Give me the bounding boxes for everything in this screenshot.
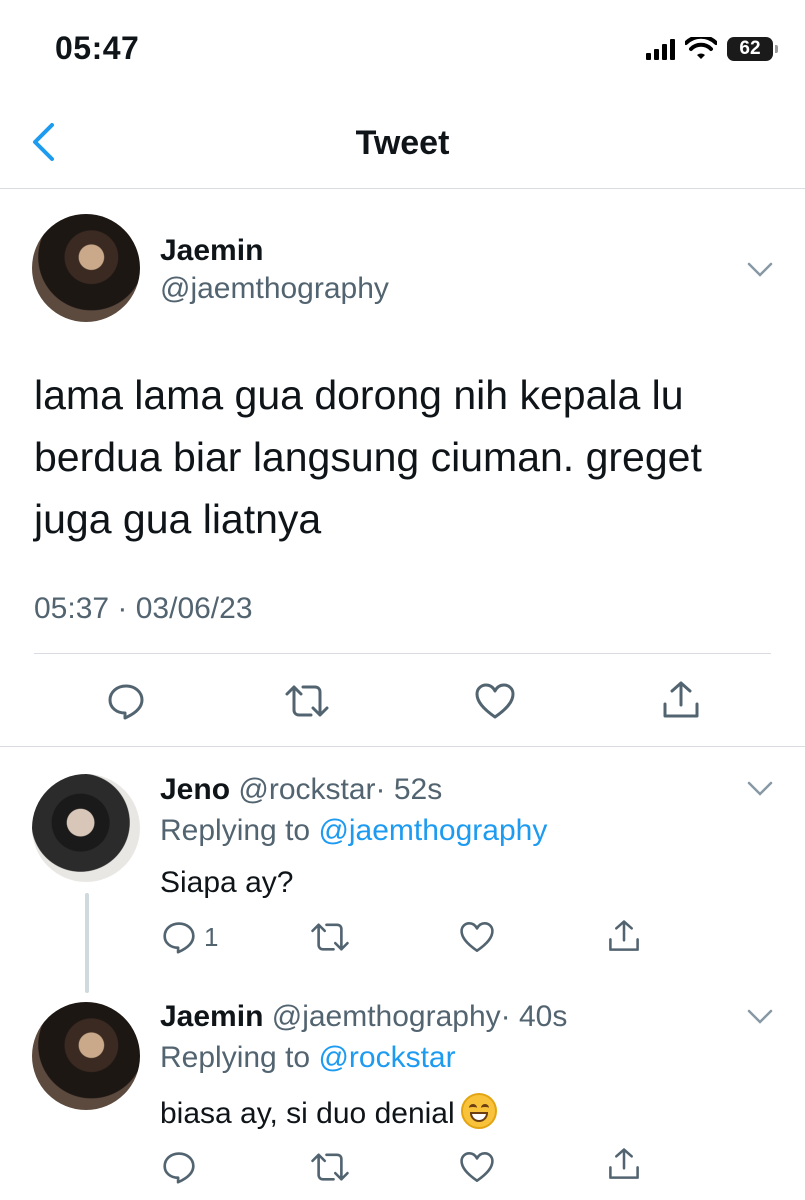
reply-text: Siapa ay?	[160, 866, 294, 899]
reply-button[interactable]	[162, 1150, 196, 1184]
chevron-down-icon[interactable]	[747, 1004, 773, 1030]
status-icons: 62	[646, 34, 778, 64]
share-icon	[609, 1148, 639, 1179]
divider	[34, 653, 771, 654]
reply-button[interactable]: 1	[162, 920, 218, 954]
reply-author-name[interactable]: Jaemin	[160, 1000, 263, 1033]
reply-header: Jeno @rockstar· 52s	[160, 773, 442, 807]
reply-button[interactable]	[107, 682, 145, 720]
author-name[interactable]: Jaemin	[160, 234, 263, 268]
tweet-text: lama lama gua dorong nih kepala lu berdu…	[34, 372, 702, 542]
reply-icon	[108, 684, 144, 720]
avatar[interactable]	[32, 214, 140, 322]
author-handle[interactable]: @jaemthography	[160, 272, 389, 306]
reply-author-handle[interactable]: @rockstar	[238, 773, 375, 806]
signal-icon	[646, 38, 675, 60]
reply-time: · 40s	[500, 1000, 568, 1033]
chevron-down-icon[interactable]	[747, 257, 773, 283]
chevron-down-icon[interactable]	[747, 776, 773, 802]
heart-icon	[460, 921, 494, 952]
heart-icon	[460, 1152, 494, 1182]
avatar[interactable]	[32, 1002, 140, 1110]
replying-label: Replying to	[160, 1041, 311, 1074]
section-divider	[0, 746, 805, 747]
replying-to-link[interactable]: @rockstar	[318, 1041, 455, 1074]
retweet-button[interactable]	[309, 1150, 351, 1184]
replying-to: Replying to @rockstar	[160, 1041, 456, 1075]
battery-indicator: 62	[727, 37, 778, 61]
retweet-button[interactable]	[283, 682, 331, 720]
share-button[interactable]	[661, 680, 701, 720]
retweet-icon	[311, 1153, 349, 1181]
thread-line	[85, 893, 89, 993]
wifi-icon	[685, 37, 717, 59]
reply-icon	[163, 1152, 195, 1184]
reply-author-name[interactable]: Jeno	[160, 773, 230, 806]
status-time: 05:47	[55, 30, 140, 66]
like-button[interactable]	[459, 920, 495, 954]
share-icon	[663, 681, 699, 718]
reply-count: 1	[204, 921, 219, 952]
avatar[interactable]	[32, 774, 140, 882]
share-button[interactable]	[607, 1146, 641, 1182]
retweet-icon	[311, 923, 349, 951]
retweet-icon	[285, 685, 329, 717]
replying-to: Replying to @jaemthography	[160, 814, 547, 848]
page-title: Tweet	[355, 124, 450, 162]
reply-text-line: biasa ay, si duo denial	[160, 1093, 497, 1131]
like-button[interactable]	[474, 682, 516, 720]
replying-to-link[interactable]: @jaemthography	[318, 814, 547, 847]
heart-icon	[475, 683, 515, 719]
like-button[interactable]	[459, 1150, 495, 1184]
reply-author-handle[interactable]: @jaemthography	[272, 1000, 501, 1033]
reply-header: Jaemin @jaemthography· 40s	[160, 1000, 567, 1034]
grinning-face-icon	[460, 1093, 497, 1129]
replying-label: Replying to	[160, 814, 311, 847]
share-button[interactable]	[607, 918, 641, 954]
share-icon	[609, 920, 639, 951]
retweet-button[interactable]	[309, 920, 351, 954]
header-divider	[0, 188, 805, 189]
tweet-timestamp: 05:37 · 03/06/23	[34, 592, 253, 625]
reply-text: biasa ay, si duo denial	[160, 1097, 455, 1130]
reply-icon	[163, 922, 195, 954]
reply-time: · 52s	[375, 773, 443, 806]
